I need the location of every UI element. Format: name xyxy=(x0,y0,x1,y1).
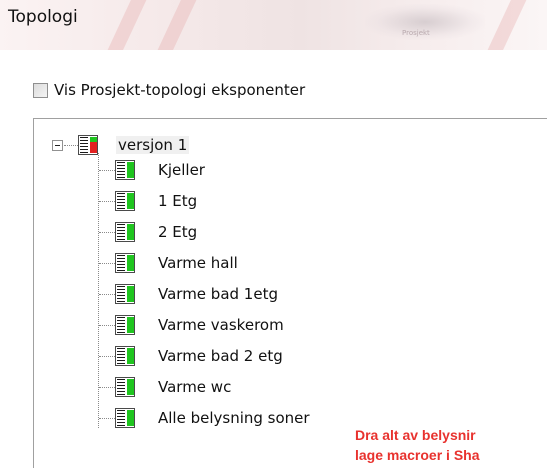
show-exponents-row[interactable]: Vis Prosjekt-topologi eksponenter xyxy=(33,80,305,100)
tree-node-label[interactable]: Kjeller xyxy=(158,161,205,179)
show-exponents-checkbox[interactable] xyxy=(33,82,48,98)
tree-connector xyxy=(99,418,115,419)
tree-node-label[interactable]: Varme wc xyxy=(158,378,231,396)
tree-connector xyxy=(99,325,115,326)
tree-connector xyxy=(99,263,115,264)
header-decor-stripe xyxy=(481,0,533,50)
header-decor-stripe xyxy=(151,0,203,50)
tree-node-label[interactable]: 2 Etg xyxy=(158,223,197,241)
annotation-text: Dra alt av belysnir xyxy=(355,427,476,443)
annotation-text: lage macroer i Sha xyxy=(355,447,480,463)
tree-root-label[interactable]: versjon 1 xyxy=(116,136,190,154)
collapse-toggle-icon[interactable] xyxy=(52,140,63,151)
header-decor-stripe xyxy=(101,0,153,50)
status-green-icon xyxy=(115,191,135,211)
tree-node-label[interactable]: Varme vaskerom xyxy=(158,316,284,334)
tree-connector xyxy=(99,356,115,357)
tree-connector xyxy=(99,294,115,295)
tree-connector xyxy=(64,145,78,146)
header-decor-text: Prosjekt xyxy=(402,29,430,37)
status-green-icon xyxy=(115,346,135,366)
status-green-icon xyxy=(115,377,135,397)
tree-node-label[interactable]: 1 Etg xyxy=(158,192,197,210)
panel-title: Topologi xyxy=(8,7,78,27)
tree-connector xyxy=(99,201,115,202)
tree-node-label[interactable]: Varme bad 1etg xyxy=(158,285,278,303)
tree-connector xyxy=(99,170,115,171)
tree-connector xyxy=(99,232,115,233)
status-green-icon xyxy=(115,408,135,428)
status-green-icon xyxy=(115,253,135,273)
panel-header: Prosjekt Topologi xyxy=(0,0,547,50)
tree-connector xyxy=(99,387,115,388)
status-green-icon xyxy=(115,222,135,242)
status-green-icon xyxy=(115,315,135,335)
status-green-icon xyxy=(115,160,135,180)
status-red-icon xyxy=(78,135,98,155)
tree-node-label[interactable]: Varme hall xyxy=(158,254,238,272)
tree-node-label[interactable]: Varme bad 2 etg xyxy=(158,347,283,365)
status-green-icon xyxy=(115,284,135,304)
tree-node-label[interactable]: Alle belysning soner xyxy=(158,409,310,427)
show-exponents-label: Vis Prosjekt-topologi eksponenter xyxy=(54,81,306,99)
